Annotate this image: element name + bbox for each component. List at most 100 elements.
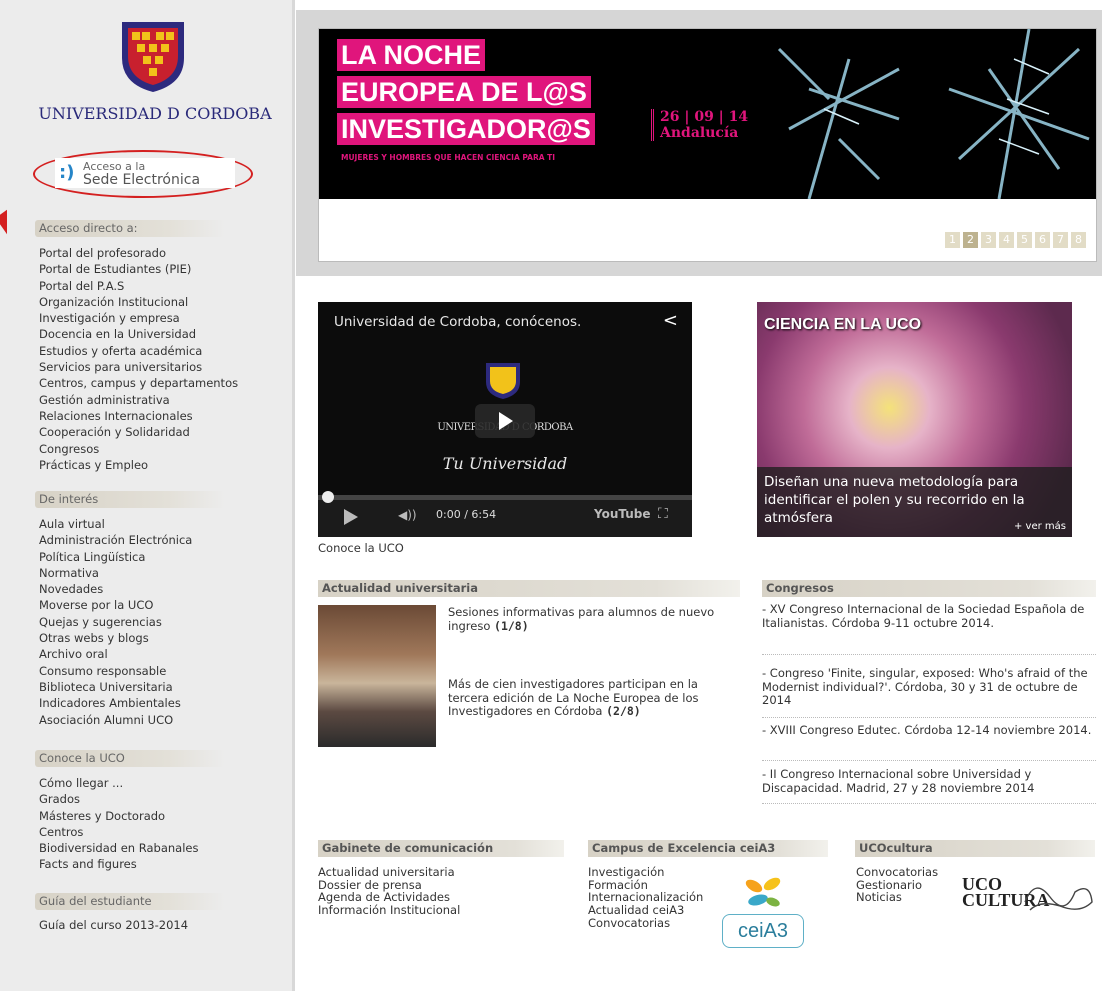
ucocultura-logo[interactable]: UCO CULTURA: [960, 868, 1100, 920]
list-conoce-uco: Cómo llegar ... Grados Másteres y Doctor…: [39, 775, 289, 873]
actualidad-item[interactable]: Sesiones informativas para alumnos de nu…: [448, 605, 738, 633]
actualidad-text[interactable]: Sesiones informativas para alumnos de nu…: [448, 605, 714, 633]
ucocultura-link[interactable]: Convocatorias: [856, 866, 938, 879]
sidebar-link[interactable]: Biodiversidad en Rabanales: [39, 840, 289, 856]
university-name: UNIVERSIDAD D CORDOBA: [38, 104, 272, 123]
sidebar-link[interactable]: Gestión administrativa: [39, 392, 289, 408]
gabinete-link[interactable]: Actualidad universitaria: [318, 866, 460, 879]
youtube-logo[interactable]: YouTube: [594, 507, 651, 521]
sidebar-link[interactable]: Portal del profesorado: [39, 245, 289, 261]
banner-date: 26 | 09 | 14: [660, 109, 749, 125]
ciencia-text[interactable]: Diseñan una nueva metodología para ident…: [764, 473, 1060, 527]
campus-link[interactable]: Convocatorias: [588, 917, 703, 930]
actualidad-counter: (2/8): [606, 704, 641, 718]
sidebar-link[interactable]: Docencia en la Universidad: [39, 326, 289, 342]
pager-6[interactable]: 6: [1035, 232, 1050, 248]
sidebar-link[interactable]: Guía del curso 2013-2014: [39, 917, 289, 933]
campus-link[interactable]: Actualidad ceiA3: [588, 904, 703, 917]
video-play-button[interactable]: [475, 404, 535, 438]
video-progress-knob[interactable]: [322, 491, 334, 503]
sidebar-link[interactable]: Indicadores Ambientales: [39, 695, 289, 711]
gabinete-link[interactable]: Información Institucional: [318, 904, 460, 917]
sidebar-link[interactable]: Relaciones Internacionales: [39, 408, 289, 424]
congreso-item[interactable]: - XV Congreso Internacional de la Socied…: [762, 602, 1096, 630]
pager-7[interactable]: 7: [1053, 232, 1068, 248]
actualidad-text[interactable]: Más de cien investigadores participan en…: [448, 677, 698, 718]
campus-header: Campus de Excelencia ceiA3: [588, 840, 828, 857]
sidebar-link[interactable]: Organización Institucional: [39, 294, 289, 310]
video-progress-bar[interactable]: [318, 491, 692, 503]
sidebar-link[interactable]: Facts and figures: [39, 856, 289, 872]
fullscreen-icon[interactable]: ⛶: [658, 506, 668, 522]
actualidad-photo[interactable]: [318, 605, 436, 747]
sidebar-link[interactable]: Másteres y Doctorado: [39, 808, 289, 824]
divider: [762, 717, 1096, 718]
ciencia-feature[interactable]: CIENCIA EN LA UCO Diseñan una nueva meto…: [757, 302, 1072, 537]
sidebar-link[interactable]: Centros: [39, 824, 289, 840]
banner-line2: EUROPEA DE L@S: [337, 76, 591, 108]
actualidad-item[interactable]: Más de cien investigadores participan en…: [448, 677, 738, 719]
sidebar-link[interactable]: Archivo oral: [39, 646, 289, 662]
sidebar-link[interactable]: Aula virtual: [39, 516, 289, 532]
sidebar-link[interactable]: Centros, campus y departamentos: [39, 375, 289, 391]
pager-3[interactable]: 3: [981, 232, 996, 248]
ceia3-logo[interactable]: ceiA3: [720, 870, 806, 950]
list-guia-estudiante: Guía del curso 2013-2014: [39, 917, 289, 933]
sede-electronica-button[interactable]: :) Acceso a la Sede Electrónica: [55, 158, 235, 188]
share-icon[interactable]: <: [663, 310, 678, 331]
actualidad-counter: (1/8): [494, 618, 529, 633]
pager-2[interactable]: 2: [963, 232, 978, 248]
congreso-item[interactable]: - II Congreso Internacional sobre Univer…: [762, 767, 1096, 795]
ver-mas-link[interactable]: + ver más: [1014, 521, 1066, 532]
sidebar-link[interactable]: Política Lingüística: [39, 549, 289, 565]
congreso-item[interactable]: - XVIII Congreso Edutec. Córdoba 12-14 n…: [762, 723, 1096, 738]
sidebar-link[interactable]: Servicios para universitarios: [39, 359, 289, 375]
sidebar-link[interactable]: Congresos: [39, 441, 289, 457]
sede-electronica-highlight: :) Acceso a la Sede Electrónica: [33, 150, 253, 198]
sidebar-link[interactable]: Biblioteca Universitaria: [39, 679, 289, 695]
banner-slide[interactable]: LA NOCHE EUROPEA DE L@S INVESTIGADOR@S 2…: [319, 29, 1096, 199]
sidebar-link[interactable]: Prácticas y Empleo: [39, 457, 289, 473]
sede-icon: :): [59, 162, 75, 183]
video-player[interactable]: Universidad de Cordoba, conócenos. < UNI…: [318, 302, 692, 537]
ucocultura-link[interactable]: Noticias: [856, 891, 938, 904]
video-shield-icon: [486, 363, 520, 399]
pager-1[interactable]: 1: [945, 232, 960, 248]
play-icon[interactable]: [344, 509, 358, 525]
video-time: 0:00 / 6:54: [436, 508, 497, 521]
pager-5[interactable]: 5: [1017, 232, 1032, 248]
sidebar-link[interactable]: Normativa: [39, 565, 289, 581]
sidebar-link[interactable]: Portal de Estudiantes (PIE): [39, 261, 289, 277]
university-logo[interactable]: UNIVERSIDAD D CORDOBA: [35, 18, 275, 128]
scribble-icon: [1024, 887, 1093, 911]
sidebar-link[interactable]: Investigación y empresa: [39, 310, 289, 326]
campus-link[interactable]: Investigación: [588, 866, 703, 879]
pager-4[interactable]: 4: [999, 232, 1014, 248]
section-guia-estudiante: Guía del estudiante: [35, 893, 225, 910]
sidebar-link[interactable]: Quejas y sugerencias: [39, 614, 289, 630]
ciencia-overlay: Diseñan una nueva metodología para ident…: [757, 467, 1072, 537]
gabinete-header: Gabinete de comunicación: [318, 840, 564, 857]
congreso-item[interactable]: - Congreso 'Finite, singular, exposed: W…: [762, 666, 1096, 708]
sidebar-link[interactable]: Consumo responsable: [39, 663, 289, 679]
sidebar-link[interactable]: Estudios y oferta académica: [39, 343, 289, 359]
banner-region: Andalucía: [660, 125, 739, 141]
sidebar-link[interactable]: Administración Electrónica: [39, 532, 289, 548]
video-title[interactable]: Universidad de Cordoba, conócenos.: [334, 314, 581, 330]
sidebar-link[interactable]: Cómo llegar ...: [39, 775, 289, 791]
sidebar-link[interactable]: Otras webs y blogs: [39, 630, 289, 646]
divider: [762, 803, 1096, 804]
divider: [762, 760, 1096, 761]
banner-tagline: MUJERES Y HOMBRES QUE HACEN CIENCIA PARA…: [341, 153, 556, 162]
sidebar-link[interactable]: Cooperación y Solidaridad: [39, 424, 289, 440]
sidebar-link[interactable]: Asociación Alumni UCO: [39, 712, 289, 728]
video-caption[interactable]: Conoce la UCO: [318, 541, 404, 555]
banner-line3: INVESTIGADOR@S: [337, 113, 595, 145]
sidebar-link[interactable]: Moverse por la UCO: [39, 597, 289, 613]
sidebar-link[interactable]: Novedades: [39, 581, 289, 597]
pager-8[interactable]: 8: [1071, 232, 1086, 248]
sidebar-link[interactable]: Portal del P.A.S: [39, 278, 289, 294]
sidebar-link[interactable]: Grados: [39, 791, 289, 807]
volume-icon[interactable]: ◀)): [398, 508, 417, 522]
list-acceso-directo: Portal del profesorado Portal de Estudia…: [39, 245, 289, 473]
